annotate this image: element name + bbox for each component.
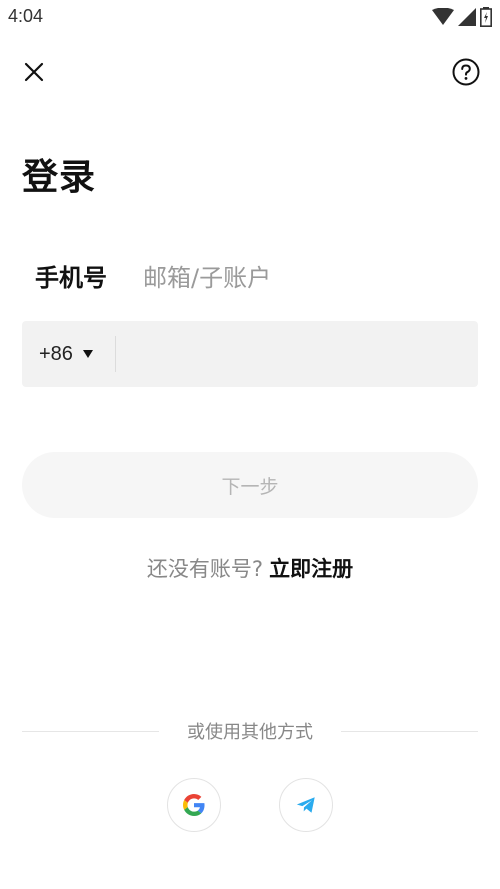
- alt-login-divider: 或使用其他方式: [22, 718, 478, 744]
- alt-login-label: 或使用其他方式: [187, 722, 313, 743]
- signup-prompt-text: 还没有账号?: [146, 557, 264, 581]
- telegram-login-button[interactable]: [279, 778, 333, 832]
- signup-prompt-row: 还没有账号? 立即注册: [0, 553, 500, 583]
- close-icon: [24, 62, 44, 82]
- phone-input-row: +86: [22, 321, 478, 387]
- cellular-signal-icon: [458, 8, 476, 26]
- next-button[interactable]: 下一步: [22, 452, 478, 518]
- divider-line-right: [341, 730, 478, 732]
- login-method-tabs: 手机号 邮箱/子账户: [35, 258, 271, 293]
- battery-icon: [480, 7, 492, 27]
- divider-line-left: [22, 730, 159, 732]
- signup-link[interactable]: 立即注册: [269, 557, 353, 581]
- tab-phone[interactable]: 手机号: [35, 258, 107, 293]
- telegram-icon: [296, 797, 315, 813]
- google-login-button[interactable]: [167, 778, 221, 832]
- google-icon: [183, 794, 205, 816]
- close-button[interactable]: [22, 60, 46, 84]
- status-bar: 4:04: [0, 0, 500, 34]
- status-icons: [432, 7, 492, 27]
- wifi-icon: [432, 8, 454, 25]
- page-title: 登录: [22, 157, 97, 198]
- status-time: 4:04: [8, 6, 44, 26]
- help-button[interactable]: [452, 58, 480, 86]
- tab-email-subaccount[interactable]: 邮箱/子账户: [143, 258, 271, 293]
- help-circle-icon: [452, 58, 480, 86]
- country-code-label: +86: [39, 342, 73, 365]
- country-code-selector[interactable]: +86: [22, 336, 116, 372]
- phone-number-input[interactable]: [116, 321, 478, 387]
- caret-down-icon: [82, 350, 93, 358]
